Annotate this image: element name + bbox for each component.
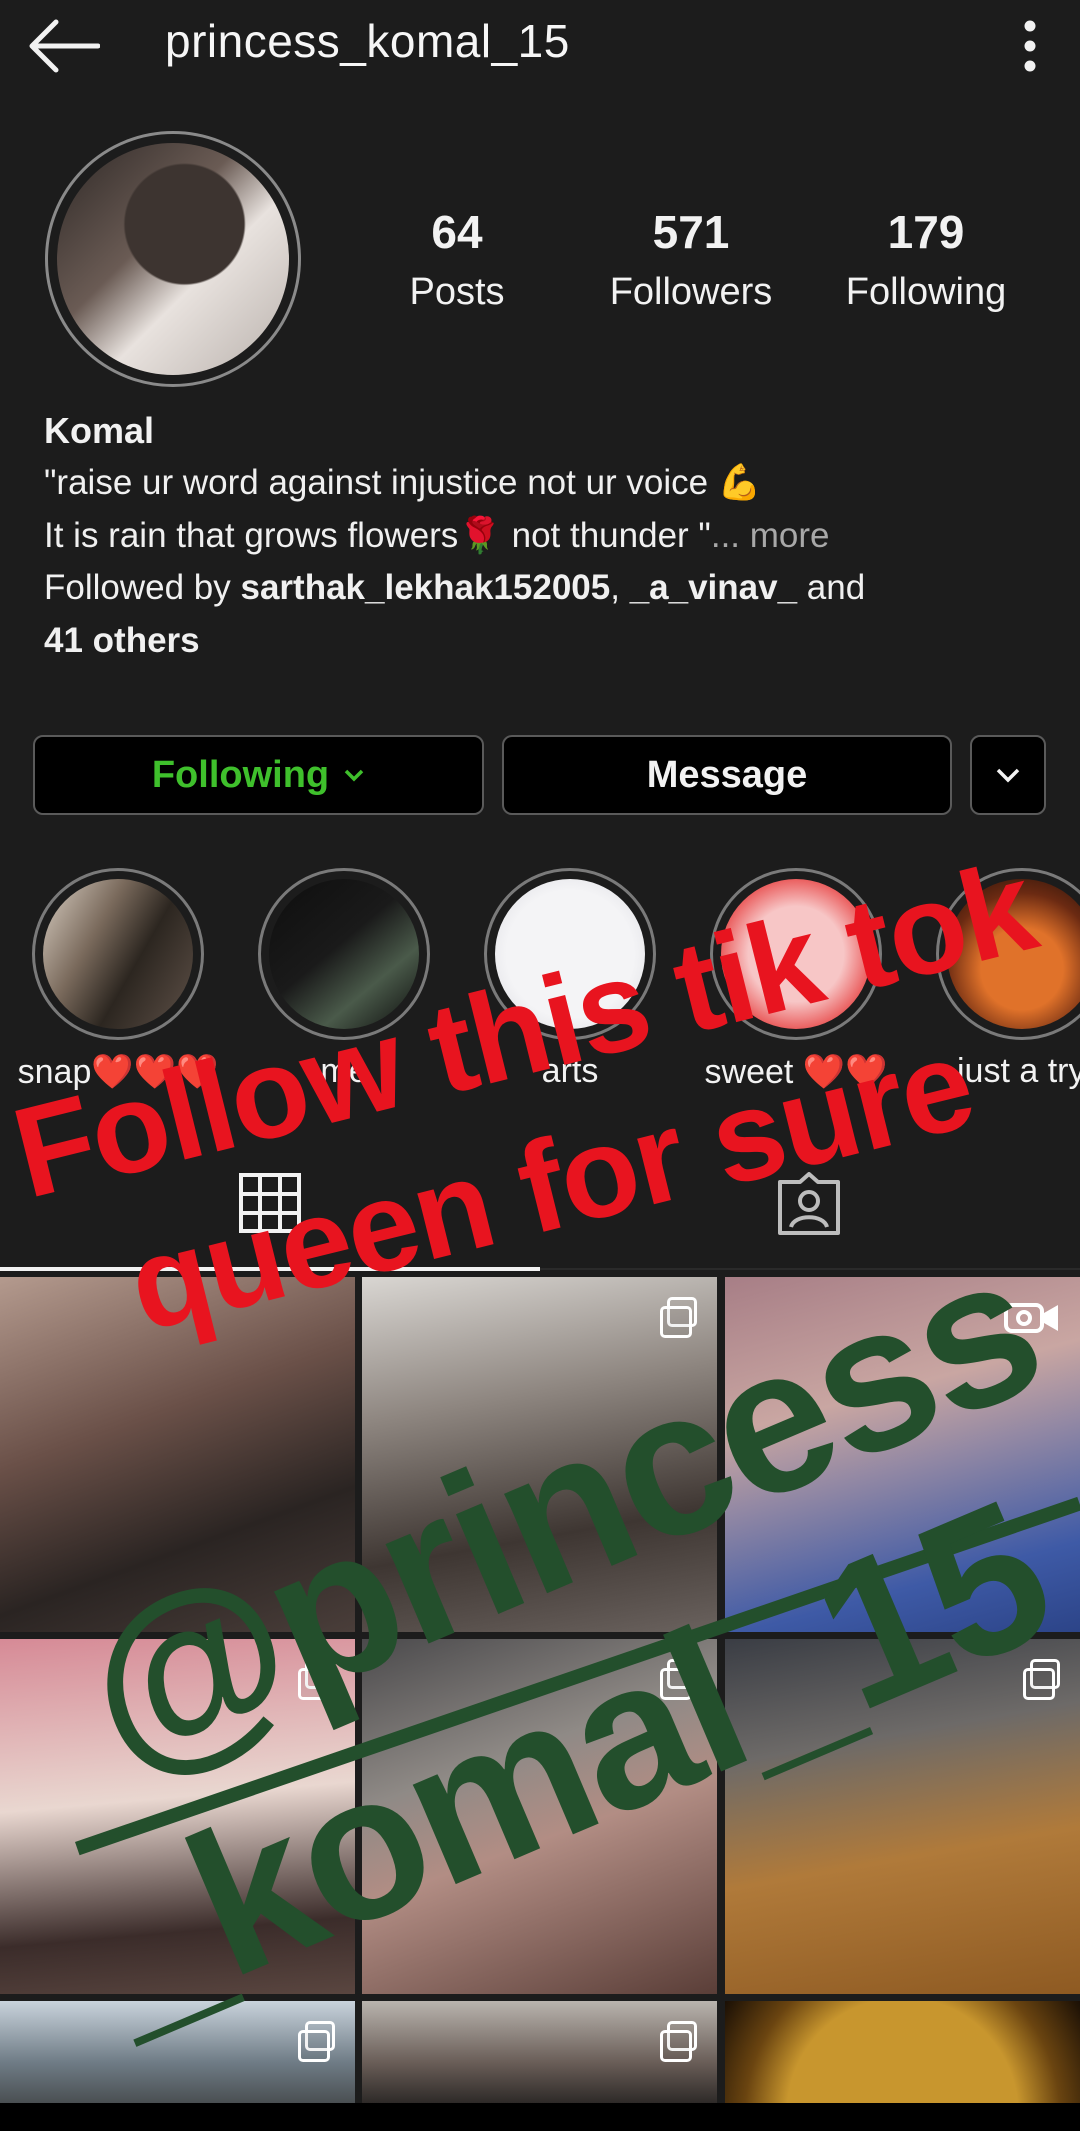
grid-post-6[interactable] [725,1639,1080,1994]
following-button-label: Following [151,753,330,796]
bio-line-2-text: It is rain that grows flowers🌹 not thund… [44,516,711,555]
back-arrow-icon[interactable] [28,18,100,74]
multiple-posts-icon [1023,1659,1060,1700]
followers-count: 571 [652,206,730,258]
followed-by: Followed by sarthak_lekhak152005, _a_vin… [44,568,865,608]
followed-by-prefix: Followed by [44,568,241,607]
highlight-snap[interactable] [32,868,204,1040]
posts-count: 64 [431,206,483,258]
highlight-label-just-a-try: just a try [957,1052,1080,1090]
followed-by-user-1[interactable]: sarthak_lekhak152005 [240,568,610,607]
followed-by-others[interactable]: 41 others [44,621,200,661]
multiple-posts-icon [660,1659,697,1700]
highlight-label-sweet: sweet ❤️❤️ [704,1053,888,1091]
multiple-posts-icon [298,2021,335,2062]
bottom-bar [0,2103,1080,2131]
reel-icon [1004,1303,1058,1333]
avatar[interactable] [57,143,289,375]
suggested-users-button[interactable] [970,735,1046,815]
profile-username: princess_komal_15 [165,15,570,67]
followed-by-user-2[interactable]: _a_vinav_ [630,568,797,607]
chevron-down-icon [996,768,1020,783]
bio-more-link[interactable]: ... more [711,516,830,555]
message-button-label: Message [646,753,808,796]
grid-post-3[interactable] [725,1277,1080,1632]
message-button[interactable]: Message [502,735,952,815]
following-count: 179 [887,206,965,258]
grid-icon[interactable] [238,1172,302,1234]
posts-label: Posts [409,271,505,313]
stat-posts[interactable]: 64 Posts [357,205,557,314]
following-label: Following [845,271,1007,313]
multiple-posts-icon [298,1659,335,1700]
stat-followers[interactable]: 571 Followers [591,205,791,314]
grid-post-2[interactable] [362,1277,717,1632]
bio-line-2: It is rain that grows flowers🌹 not thund… [44,515,830,556]
active-tab-indicator [0,1267,540,1271]
followed-by-sep: , [610,568,630,607]
highlight-me[interactable] [258,868,430,1040]
following-button[interactable]: Following [33,735,484,815]
followers-label: Followers [609,271,773,313]
bio-line-1: "raise ur word against injustice not ur … [44,463,762,502]
highlight-label-snap: snap❤️❤️❤️ [17,1053,219,1091]
multiple-posts-icon [660,1297,697,1338]
stat-following[interactable]: 179 Following [826,205,1026,314]
highlight-sweet[interactable] [710,868,882,1040]
followed-by-and: and [797,568,866,607]
multiple-posts-icon [660,2021,697,2062]
tagged-icon[interactable] [776,1172,842,1236]
grid-post-1[interactable] [0,1277,355,1632]
highlight-just-a-try[interactable] [936,868,1080,1040]
highlight-arts[interactable] [484,868,656,1040]
chevron-down-icon [344,769,364,782]
full-name: Komal [44,410,155,451]
grid-post-8[interactable] [362,2001,717,2103]
highlight-label-me: me [320,1052,368,1090]
grid-post-9[interactable] [725,2001,1080,2103]
highlight-label-arts: arts [541,1052,599,1090]
grid-post-7[interactable] [0,2001,355,2103]
more-vertical-icon[interactable] [1010,16,1050,76]
